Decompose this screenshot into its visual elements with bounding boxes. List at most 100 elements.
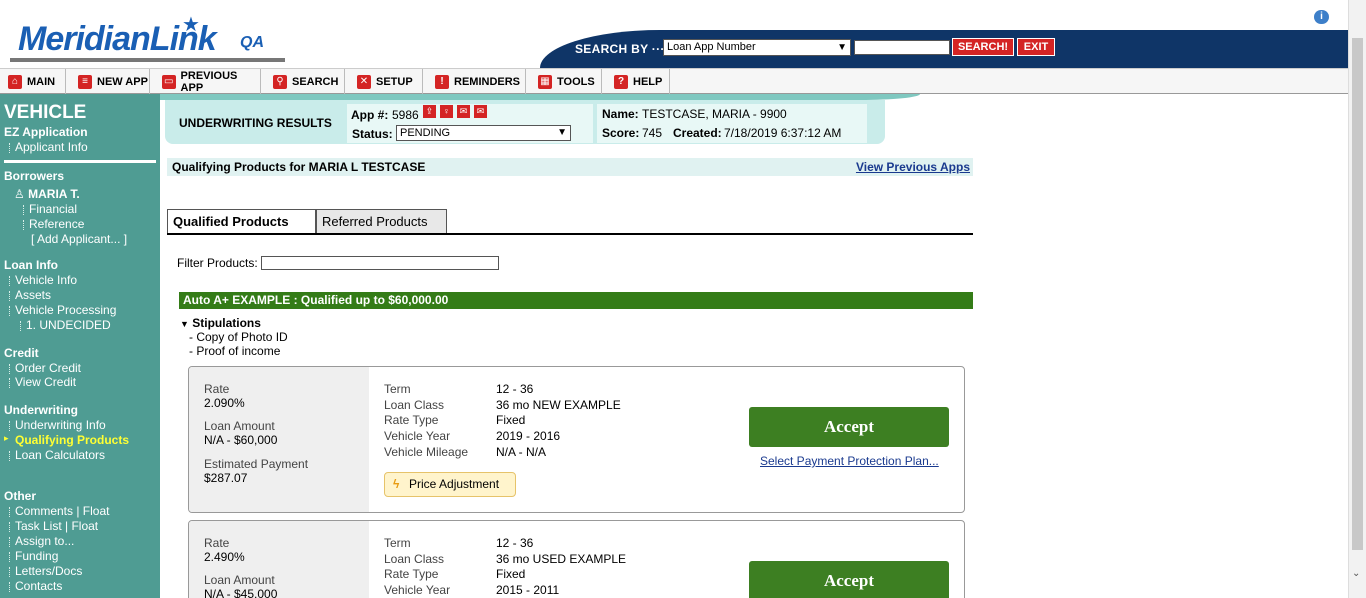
logo-underline [10, 58, 285, 62]
sidebar-item-task-list[interactable]: Task List | Float [8, 519, 98, 533]
product-name: Auto A+ EXAMPLE [183, 293, 291, 307]
search-input[interactable] [854, 40, 950, 55]
sidebar-item-contacts[interactable]: Contacts [8, 579, 62, 593]
nav-tools[interactable]: ▦ TOOLS [530, 69, 602, 94]
rate-value: 2.090% [204, 396, 245, 410]
search-type-select[interactable]: Loan App Number ▼ [663, 39, 851, 56]
stipulation-item: - Copy of Photo ID [189, 330, 288, 344]
sidebar-item-letters-docs[interactable]: Letters/Docs [8, 564, 82, 578]
scroll-down-icon[interactable]: ⌄ [1352, 568, 1360, 579]
loan-amount-label: Loan Amount [204, 573, 275, 587]
estimated-payment-label: Estimated Payment [204, 457, 309, 471]
nav-previous-app[interactable]: ▭ PREVIOUS APP [154, 69, 261, 94]
loan-class-value: 36 mo USED EXAMPLE [496, 552, 627, 566]
sidebar-heading-underwriting: Underwriting [4, 403, 78, 417]
accept-button[interactable]: Accept [749, 407, 949, 447]
estimated-payment-value: $287.07 [204, 471, 248, 485]
vehicle-year-label: Vehicle Year [384, 583, 451, 597]
stipulations-toggle[interactable]: ▼ Stipulations [180, 316, 261, 330]
sidebar-item-assets[interactable]: Assets [8, 288, 51, 302]
sidebar-item-applicant-info[interactable]: Applicant Info [9, 140, 88, 154]
nav-tools-label: TOOLS [557, 75, 595, 88]
chevron-down-icon: ▼ [837, 42, 847, 53]
tab-qualified-products[interactable]: Qualified Products [167, 209, 316, 234]
sidebar-item-vehicle-info[interactable]: Vehicle Info [8, 273, 77, 287]
lightning-icon: ϟ [393, 477, 400, 491]
tab-referred-products[interactable]: Referred Products [316, 209, 447, 234]
vehicle-year-value: 2015 - 2011 [496, 583, 560, 597]
filter-products-input[interactable] [261, 256, 499, 270]
vehicle-mileage-value: N/A - N/A [496, 445, 547, 459]
scrollbar-thumb[interactable] [1352, 38, 1363, 550]
loan-class-label: Loan Class [384, 552, 445, 566]
email-icon[interactable]: ✉ [474, 105, 487, 118]
sidebar-item-qualifying-products[interactable]: Qualifying Products [15, 433, 129, 447]
sidebar-item-funding[interactable]: Funding [8, 549, 58, 563]
sidebar-item-view-credit[interactable]: View Credit [8, 375, 76, 389]
sidebar-item-vehicle-processing[interactable]: Vehicle Processing [8, 303, 116, 317]
search-type-value: Loan App Number [667, 41, 756, 53]
stipulations-label: Stipulations [192, 316, 261, 330]
sidebar-item-financial[interactable]: Financial [22, 202, 77, 216]
help-bubble-icon[interactable]: i [1314, 10, 1329, 24]
nav-new-app[interactable]: ≡ NEW APP [70, 69, 150, 94]
wrench-icon: ✕ [357, 74, 371, 89]
nav-setup[interactable]: ✕ SETUP [349, 69, 423, 94]
nav-search[interactable]: ⚲ SEARCH [265, 69, 345, 94]
score-cell: Score: 745 Created: 7/18/2019 6:37:12 AM [597, 124, 867, 143]
product-card: Rate 2.490% Loan Amount N/A - $45,000 Te… [188, 520, 965, 598]
app-number-label: App #: [351, 108, 389, 122]
sidebar-item-order-credit[interactable]: Order Credit [8, 361, 81, 375]
vehicle-year-value: 2019 - 2016 [496, 429, 561, 443]
sidebar-item-undecided[interactable]: 1. UNDECIDED [20, 318, 111, 332]
borrower-name: MARIA T. [28, 187, 80, 201]
status-select[interactable]: PENDING ▼ [396, 125, 571, 141]
comment-icon[interactable]: ✉ [457, 105, 470, 118]
upload-icon[interactable]: ⇪ [423, 105, 436, 118]
nav-help[interactable]: ? HELP [606, 69, 670, 94]
chevron-down-icon: ▼ [557, 127, 567, 138]
score-label: Score: [602, 126, 640, 140]
loan-amount-value: N/A - $60,000 [204, 433, 278, 447]
accept-button[interactable]: Accept [749, 561, 949, 598]
product-card: Rate 2.090% Loan Amount N/A - $60,000 Es… [188, 366, 965, 513]
sidebar-item-loan-calculators[interactable]: Loan Calculators [8, 448, 105, 462]
term-value: 12 - 36 [496, 536, 534, 550]
person-icon[interactable]: ♀ [440, 105, 453, 118]
price-adjustment-button[interactable]: ϟ Price Adjustment [384, 472, 516, 497]
payment-protection-link[interactable]: Select Payment Protection Plan... [760, 454, 939, 468]
status-value: PENDING [400, 127, 451, 139]
nav-reminders[interactable]: ! REMINDERS [427, 69, 526, 94]
sidebar-item-underwriting-info[interactable]: Underwriting Info [9, 418, 106, 432]
exit-button[interactable]: EXIT [1017, 38, 1055, 56]
search-button[interactable]: SEARCH! [952, 38, 1014, 56]
home-icon: ⌂ [8, 74, 22, 89]
sidebar: VEHICLE EZ Application Applicant Info Bo… [0, 94, 160, 598]
nav-setup-label: SETUP [376, 75, 413, 88]
nav-main[interactable]: ⌂ MAIN [0, 69, 66, 94]
qualifying-products-bar: Qualifying Products for MARIA L TESTCASE… [167, 158, 973, 176]
loan-amount-value: N/A - $45,000 [204, 587, 278, 598]
rate-type-value: Fixed [496, 413, 526, 427]
filter-products-label: Filter Products: [177, 256, 258, 270]
logo-star-icon: ★ [182, 14, 200, 36]
score-value: 745 [642, 126, 663, 140]
page-scrollbar[interactable]: ⌄ [1348, 0, 1366, 598]
status-label: Status: [352, 127, 393, 141]
rate-label: Rate [204, 382, 230, 396]
sidebar-item-comments[interactable]: Comments | Float [8, 504, 109, 518]
app-number-cell: App #: 5986 ⇪ ♀ ✉ ✉ [347, 104, 593, 124]
term-value: 12 - 36 [496, 382, 534, 396]
nav-main-label: MAIN [27, 75, 56, 88]
help-icon: ? [614, 74, 628, 89]
sidebar-ez-application[interactable]: EZ Application [4, 125, 88, 139]
sidebar-item-assign-to[interactable]: Assign to... [8, 534, 74, 548]
view-previous-apps-link[interactable]: View Previous Apps [856, 158, 970, 176]
sidebar-item-reference[interactable]: Reference [22, 217, 84, 231]
sidebar-item-borrower[interactable]: ♙ MARIA T. [14, 187, 80, 201]
main-nav: ⌂ MAIN ≡ NEW APP ▭ PREVIOUS APP ⚲ SEARCH ✕ SE… [0, 68, 1348, 94]
search-by-label: SEARCH BY ···> [575, 42, 672, 56]
nav-previous-app-label: PREVIOUS APP [180, 69, 238, 94]
sidebar-item-add-applicant[interactable]: [ Add Applicant... ] [31, 232, 127, 246]
calculator-icon: ▦ [538, 74, 552, 89]
